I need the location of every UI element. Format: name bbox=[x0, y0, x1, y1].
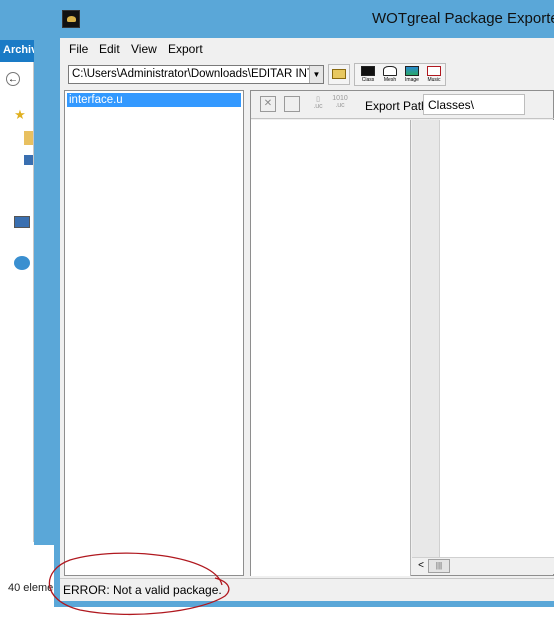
binary-icon[interactable]: 1010 .uc bbox=[331, 95, 349, 109]
page-icon[interactable]: ▯ .uc bbox=[309, 95, 327, 110]
favorites-star-icon: ★ bbox=[14, 107, 26, 122]
export-pane: ✕ ▯ .uc 1010 .uc Export Path: Classes\ < |… bbox=[250, 90, 554, 576]
menu-view[interactable]: View bbox=[131, 42, 157, 56]
client-area: File Edit View Export C:\Users\Administr… bbox=[60, 38, 554, 601]
horizontal-scrollbar[interactable]: < ||| bbox=[412, 557, 554, 574]
export-class-icon bbox=[361, 66, 375, 76]
chevron-left-icon[interactable]: < bbox=[414, 559, 428, 573]
computer-icon bbox=[14, 216, 30, 228]
status-error-text: ERROR: Not a valid package. bbox=[63, 583, 222, 597]
checkbox-icon[interactable] bbox=[284, 96, 300, 112]
menu-file[interactable]: File bbox=[69, 42, 88, 56]
export-mesh-icon bbox=[383, 66, 397, 76]
export-image-label: Image bbox=[405, 77, 419, 83]
list-item-selected[interactable]: interface.u bbox=[67, 93, 241, 107]
export-mesh-label: Mesh bbox=[383, 77, 397, 83]
source-view[interactable] bbox=[412, 120, 554, 557]
class-list[interactable] bbox=[251, 120, 411, 576]
menu-bar: File Edit View Export bbox=[60, 38, 554, 60]
background-status-text: 40 eleme bbox=[0, 578, 60, 598]
package-path-value: C:\Users\Administrator\Downloads\EDITAR … bbox=[72, 68, 314, 80]
back-arrow-icon[interactable]: ← bbox=[6, 72, 20, 86]
chevron-down-icon[interactable]: ▼ bbox=[309, 66, 323, 83]
menu-edit[interactable]: Edit bbox=[99, 42, 120, 56]
status-bar: ERROR: Not a valid package. bbox=[60, 578, 554, 599]
package-file-list[interactable]: interface.u bbox=[64, 90, 244, 576]
export-image-icon bbox=[405, 66, 419, 76]
export-class-label: Class bbox=[361, 77, 375, 83]
uncheck-all-icon[interactable]: ✕ bbox=[260, 96, 276, 112]
export-image-button[interactable]: Image bbox=[401, 65, 423, 85]
export-path-label: Export Path: bbox=[365, 99, 432, 113]
export-music-button[interactable]: Music bbox=[423, 65, 445, 85]
wotgreal-app-icon[interactable] bbox=[62, 10, 80, 28]
network-icon bbox=[14, 256, 30, 270]
title-bar[interactable]: WOTgreal Package Exporte bbox=[54, 0, 554, 38]
export-music-label: Music bbox=[427, 77, 441, 83]
export-pane-toolbar: ✕ ▯ .uc 1010 .uc Export Path: Classes\ bbox=[251, 91, 554, 119]
export-path-value: Classes\ bbox=[428, 98, 475, 112]
export-class-button[interactable]: Class bbox=[357, 65, 379, 85]
window-title: WOTgreal Package Exporte bbox=[372, 10, 554, 27]
line-gutter bbox=[412, 120, 440, 557]
export-button-group: Class Mesh Image Music bbox=[354, 63, 446, 86]
menu-export[interactable]: Export bbox=[168, 42, 203, 56]
export-music-icon bbox=[427, 66, 441, 76]
wotgreal-exporter-window: WOTgreal Package Exporte File Edit View … bbox=[54, 0, 554, 607]
background-window-border bbox=[34, 0, 54, 545]
package-path-combobox[interactable]: C:\Users\Administrator\Downloads\EDITAR … bbox=[68, 65, 324, 84]
export-mesh-button[interactable]: Mesh bbox=[379, 65, 401, 85]
open-folder-button[interactable] bbox=[328, 64, 350, 85]
open-folder-icon bbox=[332, 69, 346, 79]
export-path-field[interactable]: Classes\ bbox=[423, 94, 525, 115]
toolbar: C:\Users\Administrator\Downloads\EDITAR … bbox=[60, 62, 554, 88]
scroll-thumb[interactable]: ||| bbox=[428, 559, 450, 573]
